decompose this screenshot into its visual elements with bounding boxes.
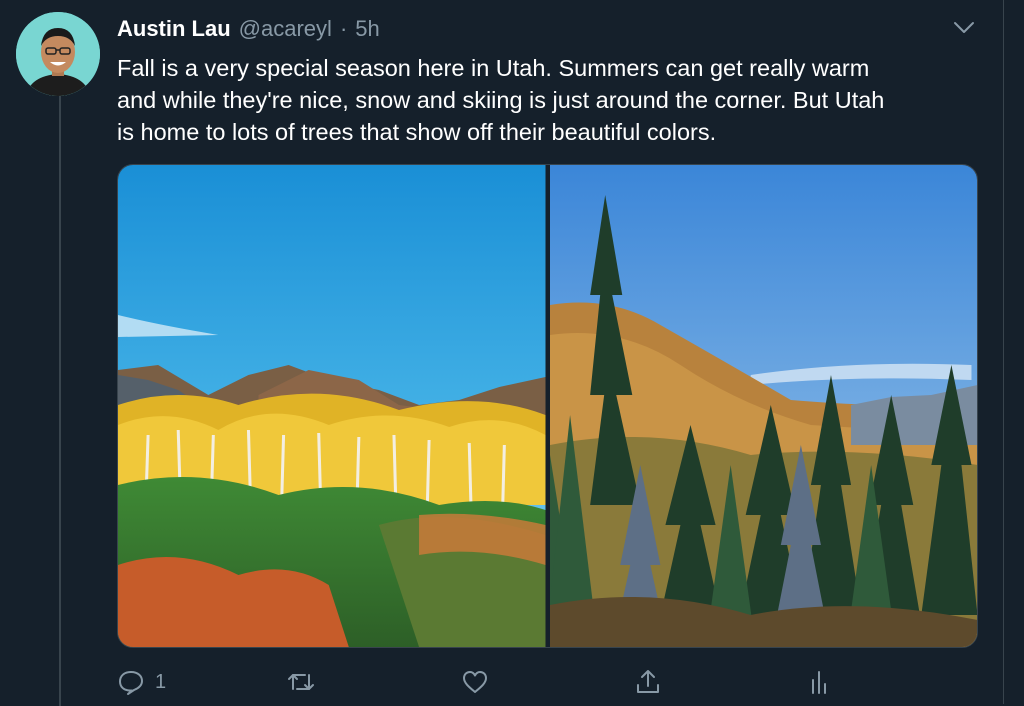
thread-line xyxy=(59,96,61,706)
reply-count: 1 xyxy=(155,670,167,693)
column-border xyxy=(1003,0,1004,704)
avatar[interactable] xyxy=(16,12,100,96)
analytics-icon xyxy=(812,671,826,694)
display-name[interactable]: Austin Lau xyxy=(117,16,231,42)
tweet-actions: 1 xyxy=(117,662,977,702)
tweet-text: Fall is a very special season here in Ut… xyxy=(117,55,885,145)
tweet-media xyxy=(117,164,978,648)
share-button[interactable] xyxy=(634,666,662,698)
photo-evergreens[interactable] xyxy=(549,165,977,647)
like-button[interactable] xyxy=(461,666,489,698)
chevron-down-icon xyxy=(954,22,974,33)
timestamp[interactable]: 5h xyxy=(355,16,379,42)
reply-button[interactable]: 1 xyxy=(117,666,166,698)
reply-icon xyxy=(119,671,143,695)
analytics-button[interactable] xyxy=(805,666,833,698)
more-options-button[interactable] xyxy=(950,16,978,40)
user-handle[interactable]: @acareyl xyxy=(239,16,332,42)
tweet-header: Austin Lau @acareyl · 5h xyxy=(117,16,380,46)
retweet-icon xyxy=(288,674,314,690)
retweet-button[interactable] xyxy=(287,666,315,698)
share-icon xyxy=(637,670,659,693)
like-icon xyxy=(463,671,487,693)
photo-aspens[interactable] xyxy=(118,165,546,647)
separator-dot: · xyxy=(339,16,348,41)
